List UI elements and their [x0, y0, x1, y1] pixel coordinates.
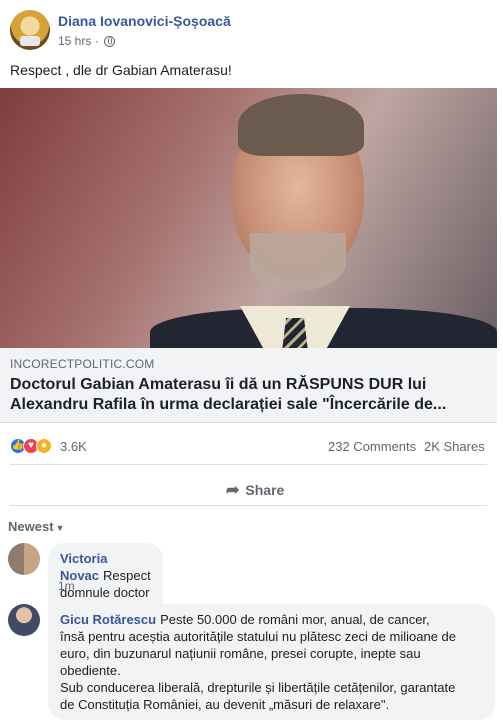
reaction-icons[interactable]: 👍 ♥ ● [10, 437, 60, 455]
comment-age[interactable]: 1m [58, 579, 75, 593]
meta-separator: · [94, 34, 99, 48]
comment-text: Peste 50.000 de români mor, anual, de ca… [160, 612, 430, 627]
comment-line: Sub conducerea liberală, drepturile și l… [60, 680, 456, 695]
image-hair-shape [238, 94, 364, 156]
reaction-count[interactable]: 3.6K [60, 439, 87, 454]
comment-bubble: Gicu Rotărescu Peste 50.000 de români mor… [48, 604, 495, 720]
comment-count[interactable]: 232 Comments [328, 439, 416, 454]
post-text: Respect , dle dr Gabian Amaterasu! [10, 62, 232, 78]
link-preview-image[interactable] [0, 88, 497, 348]
post-stats: 👍 ♥ ● 3.6K 232 Comments 2K Shares [10, 437, 487, 457]
share-button[interactable]: ➦ Share [226, 480, 284, 500]
divider [10, 505, 487, 506]
comment-line: Gicu Rotărescu Peste 50.000 de români mor… [60, 611, 483, 628]
comment-sort-dropdown[interactable]: Newest ▼ [8, 519, 64, 534]
comment-line: însă pentru aceștia autoritățile statulu… [60, 629, 457, 644]
commenter-avatar[interactable] [8, 543, 40, 575]
image-beard-shape [250, 233, 346, 291]
link-preview-box[interactable]: INCORECTPOLITIC.COM Doctorul Gabian Amat… [0, 348, 497, 423]
author-avatar[interactable] [10, 10, 50, 50]
link-title[interactable]: Doctorul Gabian Amaterasu îi dă un RĂSPU… [10, 375, 490, 415]
wow-reaction-icon: ● [36, 438, 52, 454]
author-name[interactable]: Diana Iovanovici-Șoșoacă [58, 13, 231, 29]
divider [10, 464, 487, 465]
chevron-down-icon: ▼ [55, 523, 65, 533]
post-meta: 15 hrs · [58, 34, 116, 48]
comment-line: obediente. [60, 663, 121, 678]
commenter-name[interactable]: Gicu Rotărescu [60, 612, 156, 627]
globe-icon[interactable] [104, 36, 116, 47]
share-label: Share [245, 482, 285, 498]
share-count[interactable]: 2K Shares [424, 439, 485, 454]
sort-label: Newest [8, 519, 54, 534]
link-domain: INCORECTPOLITIC.COM [10, 357, 155, 371]
post-timestamp[interactable]: 15 hrs [58, 34, 91, 48]
commenter-avatar[interactable] [8, 604, 40, 636]
share-arrow-icon: ➦ [226, 482, 240, 499]
comment-line: euro, din buzunarul națiunii române, pre… [60, 646, 421, 661]
